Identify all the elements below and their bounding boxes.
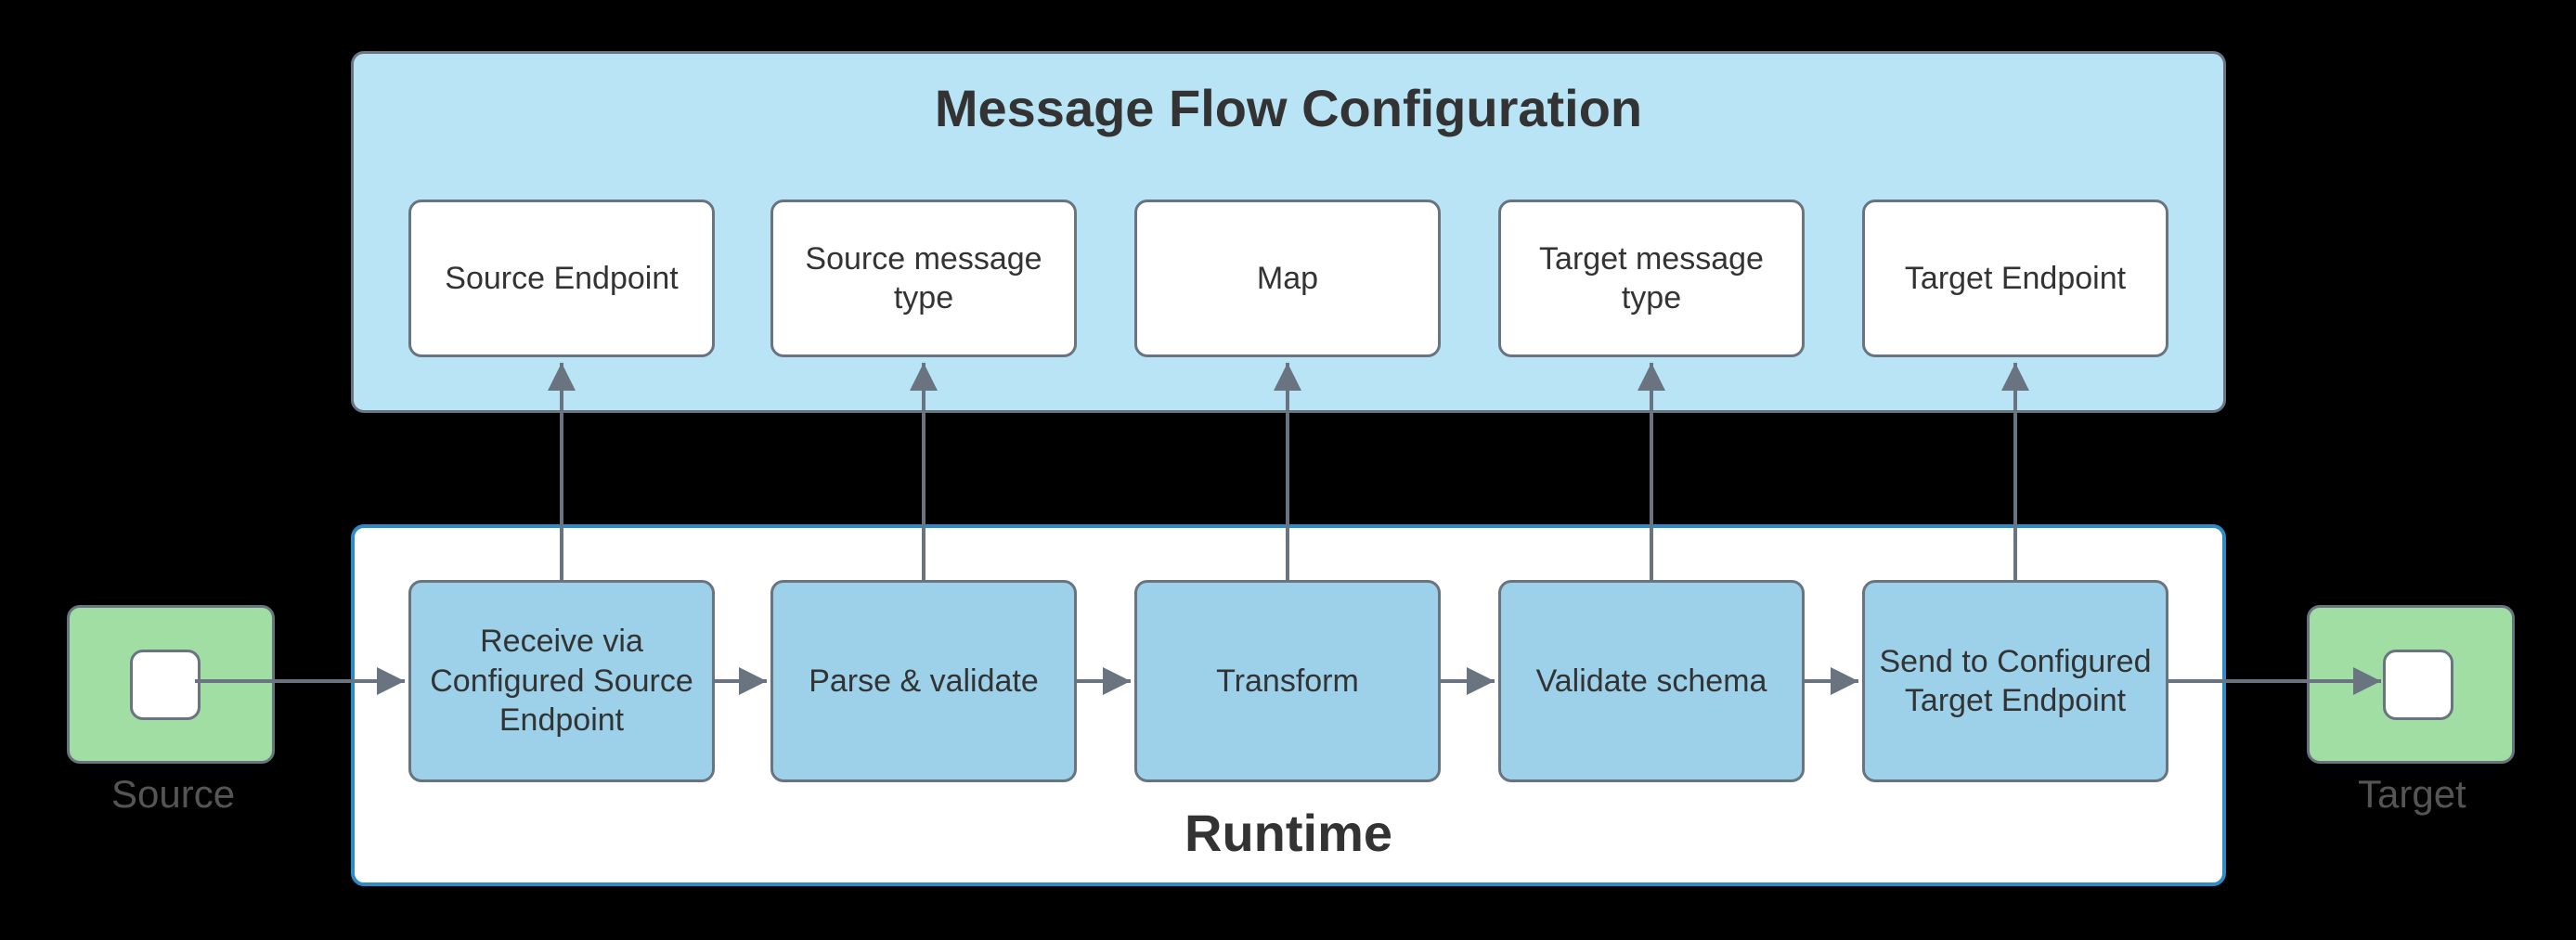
runtime-panel-title: Runtime: [355, 801, 2222, 866]
runtime-node-label: Send to Configured Target Endpoint: [1878, 642, 2153, 721]
config-node-target-endpoint: Target Endpoint: [1862, 200, 2168, 357]
config-node-label: Source Endpoint: [445, 259, 678, 299]
config-node-source-message-type: Source message type: [770, 200, 1077, 357]
config-node-label: Source message type: [786, 239, 1061, 318]
runtime-node-label: Parse & validate: [809, 662, 1039, 702]
config-panel-title: Message Flow Configuration: [354, 76, 2223, 141]
runtime-node-transform: Transform: [1134, 580, 1441, 782]
target-port-icon: [2383, 650, 2453, 720]
runtime-node-label: Transform: [1216, 662, 1359, 702]
runtime-node-receive: Receive via Configured Source Endpoint: [408, 580, 715, 782]
config-node-label: Target Endpoint: [1905, 259, 2126, 299]
runtime-node-label: Validate schema: [1536, 662, 1767, 702]
config-node-map: Map: [1134, 200, 1441, 357]
runtime-node-parse: Parse & validate: [770, 580, 1077, 782]
config-node-source-endpoint: Source Endpoint: [408, 200, 715, 357]
runtime-node-label: Receive via Configured Source Endpoint: [424, 622, 699, 740]
config-node-label: Map: [1257, 259, 1318, 299]
source-port-icon: [130, 650, 201, 720]
config-node-target-message-type: Target message type: [1498, 200, 1805, 357]
source-label: Source: [111, 772, 235, 817]
config-node-label: Target message type: [1514, 239, 1789, 318]
target-label: Target: [2358, 772, 2466, 817]
runtime-node-validate: Validate schema: [1498, 580, 1805, 782]
diagram-canvas: Message Flow Configuration Source Endpoi…: [0, 0, 2576, 940]
runtime-node-send: Send to Configured Target Endpoint: [1862, 580, 2168, 782]
